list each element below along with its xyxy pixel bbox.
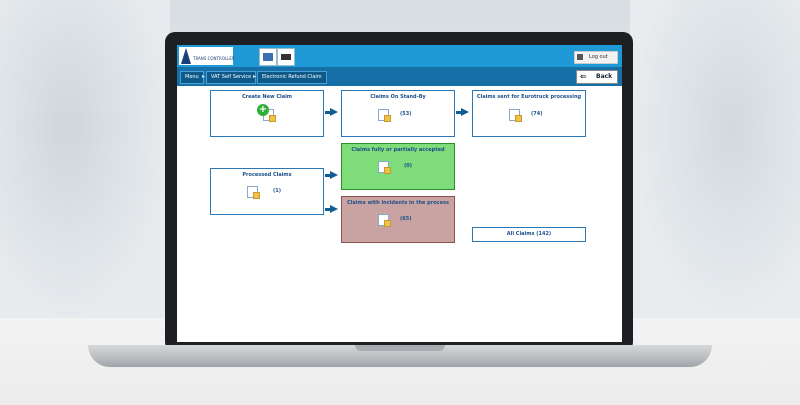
flow-arrow-icon [325, 171, 338, 179]
sent-processing-count: (74) [531, 111, 543, 117]
logout-label: Log out [589, 54, 608, 60]
sent-processing-card[interactable]: Claims sent for Eurotruck processing (74… [472, 90, 586, 137]
truck-icon[interactable] [277, 48, 295, 66]
breadcrumb: Menu ▸ VAT Self Service ▸ Electronic Ref… [177, 67, 622, 86]
background-blur-right [630, 0, 800, 320]
stand-by-count: (53) [400, 111, 412, 117]
processed-claims-card[interactable]: Processed Claims (1) [210, 168, 324, 215]
stand-by-card[interactable]: Claims On Stand-By (53) [341, 90, 455, 137]
accepted-claims-card[interactable]: Claims fully or partially accepted (0) [341, 143, 455, 190]
background-blur-left [0, 0, 170, 320]
accepted-claims-title: Claims fully or partially accepted [351, 147, 445, 153]
flow-arrow-icon [325, 205, 338, 213]
document-icon [378, 214, 391, 227]
sent-processing-title: Claims sent for Eurotruck processing [476, 94, 582, 100]
documents-icon[interactable] [259, 48, 277, 66]
flow-arrow-icon [325, 108, 338, 116]
logout-icon [577, 54, 583, 60]
breadcrumb-item-menu[interactable]: Menu [180, 71, 204, 84]
processed-claims-title: Processed Claims [242, 172, 292, 178]
stand-by-title: Claims On Stand-By [370, 94, 426, 100]
logo-mark-icon [181, 48, 191, 64]
accepted-claims-count: (0) [404, 163, 413, 169]
add-icon: + [257, 104, 269, 116]
back-label: Back [596, 73, 613, 80]
create-new-claim-title: Create New Claim [241, 94, 293, 100]
laptop-notch [355, 345, 445, 351]
app-logo: TRANS CONTROLLER [179, 47, 235, 65]
back-arrow-icon: ⇐ [580, 72, 587, 81]
document-icon [247, 186, 260, 199]
document-icon [509, 109, 522, 122]
breadcrumb-separator: ▸ [202, 73, 206, 80]
document-icon [378, 109, 391, 122]
processed-claims-count: (1) [273, 188, 282, 194]
app-screen: TRANS CONTROLLER Log out Menu ▸ VAT Self… [177, 45, 622, 342]
logout-button[interactable]: Log out [574, 51, 618, 64]
all-claims-button[interactable]: All Claims (142) [472, 227, 586, 242]
incidents-claims-count: (65) [400, 216, 412, 222]
create-new-claim-card[interactable]: Create New Claim + [210, 90, 324, 137]
breadcrumb-item-vat-self-service[interactable]: VAT Self Service [206, 71, 257, 84]
breadcrumb-item-electronic-refund-claim[interactable]: Electronic Refund Claim [257, 71, 327, 84]
document-icon [378, 161, 391, 174]
incidents-claims-title: Claims with incidents in the process [347, 200, 449, 206]
top-header: TRANS CONTROLLER Log out [177, 45, 622, 67]
logo-text: TRANS CONTROLLER [193, 56, 235, 61]
breadcrumb-separator: ▸ [253, 73, 257, 80]
incidents-claims-card[interactable]: Claims with incidents in the process (65… [341, 196, 455, 243]
back-button[interactable]: ⇐ Back [576, 70, 618, 84]
all-claims-label: All Claims (142) [506, 231, 552, 237]
flow-arrow-icon [456, 108, 469, 116]
